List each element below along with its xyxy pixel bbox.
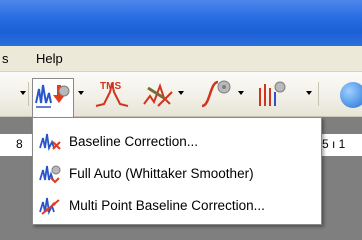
baseline-dropdown-menu: Baseline Correction... Full Auto (Whitta… [32,117,322,225]
menu-item-full-auto[interactable]: Full Auto (Whittaker Smoother) [33,161,321,187]
menu-item-multi-point[interactable]: Multi Point Baseline Correction... [33,193,321,219]
integration-icon [201,80,231,108]
menu-item-help[interactable]: Help [36,51,63,66]
ruler-tick-label: 8 [16,137,23,151]
toolbar-separator [318,82,319,106]
baseline-dropdown-button[interactable] [32,78,74,117]
peak-pick-tool-button[interactable] [140,78,176,110]
ruler-tick-label: 5 ı 1 [322,137,346,151]
peak-pick-icon [143,83,173,107]
baseline-correction-icon [39,133,61,151]
toolbar-separator [28,82,29,106]
multiplet-dropdown-arrow[interactable] [306,91,312,95]
auto-baseline-icon [39,165,61,184]
tms-icon: TMS [95,81,129,107]
menu-item-baseline-correction[interactable]: Baseline Correction... [33,129,321,155]
baseline-dropdown-arrow[interactable] [78,91,84,95]
peak-pick-dropdown-arrow[interactable] [178,91,184,95]
toolbar-dropdown-arrow[interactable] [20,91,26,95]
menu-item-label: Multi Point Baseline Correction... [69,198,265,213]
tms-tool-button[interactable]: TMS [92,78,132,110]
window-title-bar [0,0,362,46]
multiplet-tool-button[interactable] [252,78,292,110]
integration-dropdown-arrow[interactable] [238,91,244,95]
display-settings-icon[interactable] [340,82,362,108]
multiplet-icon [259,81,286,106]
menu-item-label: Full Auto (Whittaker Smoother) [69,166,254,181]
baseline-correction-icon [35,84,70,108]
menu-item-partial[interactable]: s [2,51,9,66]
multipoint-baseline-icon [39,197,60,215]
integration-tool-button[interactable] [196,78,234,110]
menu-bar: s Help [0,46,362,72]
menu-item-label: Baseline Correction... [69,134,199,149]
toolbar: TMS [0,72,362,117]
